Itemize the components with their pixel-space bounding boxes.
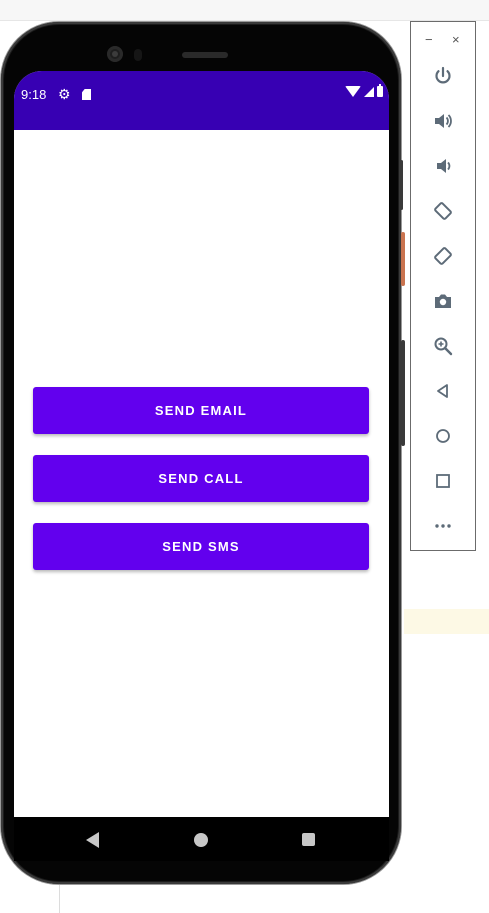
settings-gear-icon: ⚙ (58, 86, 71, 102)
back-icon[interactable] (427, 375, 459, 407)
send-call-button[interactable]: SEND CALL (33, 455, 369, 502)
rotate-left-icon[interactable] (427, 195, 459, 227)
cell-signal-icon (364, 86, 374, 97)
device-screen: 9:18 ⚙ SEND EMAIL SEND CALL SEND SMS (14, 71, 389, 817)
send-sms-button[interactable]: SEND SMS (33, 523, 369, 570)
nav-recents-icon[interactable] (302, 833, 315, 846)
power-side-button (401, 232, 405, 286)
navigation-bar (14, 817, 389, 861)
volume-side-button (401, 340, 405, 446)
send-email-button[interactable]: SEND EMAIL (33, 387, 369, 434)
power-icon[interactable] (427, 60, 459, 92)
earpiece-speaker (182, 52, 228, 58)
zoom-icon[interactable] (427, 330, 459, 362)
status-bar: 9:18 ⚙ (14, 71, 389, 130)
front-camera (107, 46, 123, 62)
nav-back-icon[interactable] (86, 832, 99, 848)
home-icon[interactable] (427, 420, 459, 452)
phone-side-button (400, 160, 403, 210)
sd-card-icon (82, 89, 91, 100)
more-icon[interactable] (427, 510, 459, 542)
proximity-sensor (134, 49, 142, 61)
camera-icon[interactable] (427, 285, 459, 317)
status-indicators (345, 84, 383, 97)
ide-top-bar (0, 0, 489, 21)
editor-line-highlight (404, 609, 489, 634)
minimize-button[interactable]: − (425, 32, 433, 47)
volume-down-icon[interactable] (427, 150, 459, 182)
overview-icon[interactable] (427, 465, 459, 497)
status-time: 9:18 (21, 87, 47, 102)
rotate-right-icon[interactable] (427, 240, 459, 272)
nav-home-icon[interactable] (194, 833, 208, 847)
close-button[interactable]: × (452, 32, 460, 47)
editor-gutter-line (59, 880, 60, 913)
battery-icon (377, 84, 383, 97)
emulator-toolbar: − × (410, 21, 476, 551)
volume-up-icon[interactable] (427, 105, 459, 137)
wifi-icon (345, 86, 361, 97)
